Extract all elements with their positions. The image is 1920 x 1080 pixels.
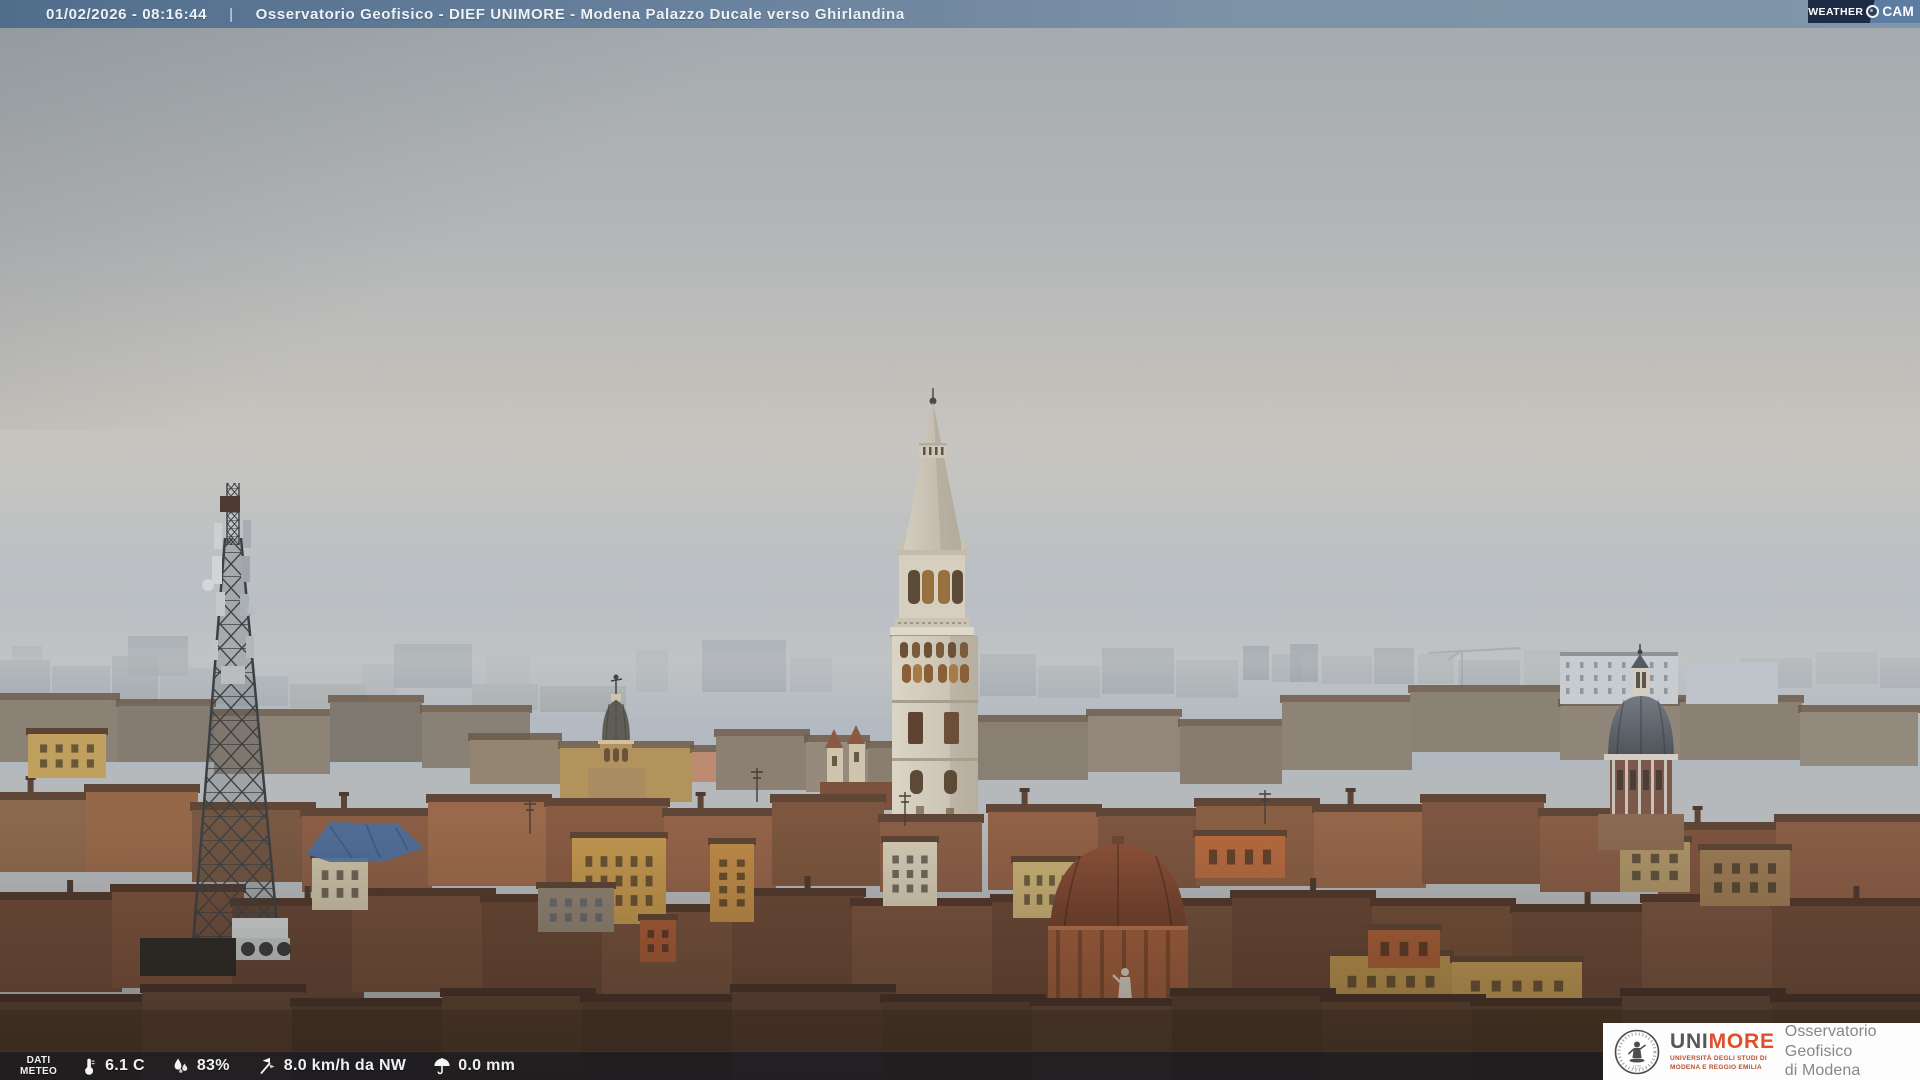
weathercam-cam-word: Cam: [1882, 4, 1914, 19]
university-seal-icon: 1175: [1614, 1029, 1660, 1074]
university-name: UNIVERSITÀ DEGLI STUDI DI MODENA E REGGI…: [1670, 1055, 1767, 1071]
temperature-reading: 6.1 C: [79, 1056, 145, 1076]
unimore-uni: UNI: [1670, 1030, 1709, 1054]
humidity-icon: [174, 1058, 188, 1073]
wind-value: 8.0 km/h da NW: [283, 1057, 407, 1074]
unimore-more: MORE: [1708, 1030, 1775, 1054]
humidity-reading: 83%: [171, 1056, 230, 1076]
webcam-frame: 01/02/2026 - 08:16:44 | Osservatorio Geo…: [0, 0, 1920, 1080]
wind-reading: 8.0 km/h da NW: [256, 1056, 406, 1076]
svg-text:1175: 1175: [1633, 1064, 1643, 1069]
rain-icon: [434, 1058, 450, 1075]
thermometer-icon: [85, 1058, 95, 1075]
rain-reading: 0.0 mm: [432, 1056, 515, 1076]
separator: |: [229, 5, 234, 23]
weathercam-word: Weather: [1808, 5, 1864, 18]
weathercam-logo: Weather Cam: [1808, 0, 1920, 23]
overlay-top-bar: 01/02/2026 - 08:16:44 | Osservatorio Geo…: [0, 0, 1920, 28]
unimore-wordmark: UNIMORE UNIVERSITÀ DEGLI STUDI DI MODENA…: [1670, 1031, 1775, 1071]
temperature-value: 6.1 C: [105, 1057, 145, 1074]
webcam-title: Osservatorio Geofisico - DIEF UNIMORE - …: [255, 5, 905, 23]
dati-meteo-label: DATI METEO: [20, 1054, 58, 1077]
unimore-branding-box: 1175 UNIMORE UNIVERSITÀ DEGLI STUDI DI M…: [1603, 1023, 1920, 1080]
observatory-name: Osservatorio Geofisico di Modena: [1784, 1023, 1877, 1080]
wind-icon: [260, 1057, 275, 1075]
timestamp: 01/02/2026 - 08:16:44: [46, 5, 208, 23]
camera-lens-icon: [1866, 5, 1880, 18]
rain-value: 0.0 mm: [458, 1057, 516, 1074]
webcam-image: [0, 0, 1920, 1080]
humidity-value: 83%: [196, 1057, 230, 1074]
